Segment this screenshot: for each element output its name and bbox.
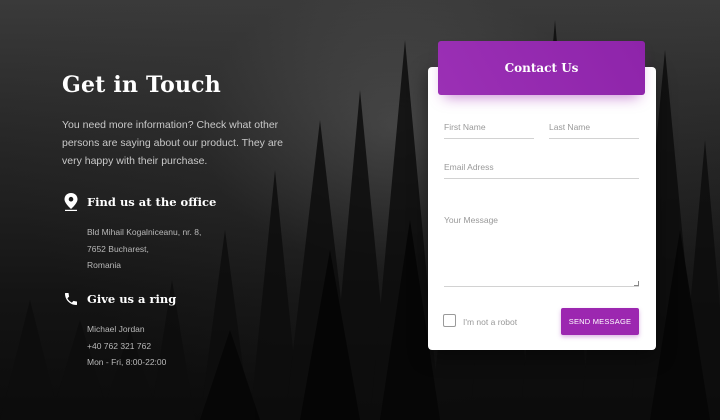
robot-checkbox-label[interactable]: I'm not a robot xyxy=(463,317,517,327)
first-name-placeholder: First Name xyxy=(444,122,486,132)
location-pin-icon xyxy=(62,192,80,212)
contact-phone: +40 762 321 762 xyxy=(87,340,152,351)
contact-hours: Mon - Fri, 8:00-22:00 xyxy=(87,357,167,367)
first-name-input[interactable]: First Name xyxy=(444,122,534,139)
textarea-resize-handle[interactable] xyxy=(634,281,639,286)
office-address-line: Bld Mihail Kogalniceanu, nr. 8, xyxy=(87,227,202,237)
contact-form-header: Contact Us xyxy=(438,41,645,95)
office-info: Find us at the office Bld Mihail Kogalni… xyxy=(62,192,322,274)
office-title: Find us at the office xyxy=(87,195,217,209)
send-message-button[interactable]: SEND MESSAGE xyxy=(561,308,639,335)
page-title: Get in Touch xyxy=(62,72,221,98)
phone-info: Give us a ring Michael Jordan +40 762 32… xyxy=(62,289,322,371)
email-placeholder: Email Adress xyxy=(444,162,494,172)
office-address-line: Romania xyxy=(87,260,122,270)
ring-title: Give us a ring xyxy=(87,292,177,306)
email-input[interactable]: Email Adress xyxy=(444,162,639,179)
last-name-input[interactable]: Last Name xyxy=(549,122,639,139)
robot-checkbox[interactable] xyxy=(443,314,456,327)
office-address-line: 7652 Bucharest, xyxy=(87,243,149,254)
message-placeholder: Your Message xyxy=(444,215,499,225)
contact-name: Michael Jordan xyxy=(87,324,145,334)
last-name-placeholder: Last Name xyxy=(549,122,591,132)
message-textarea[interactable]: Your Message xyxy=(444,215,639,287)
phone-icon xyxy=(62,289,80,309)
intro-section: Get in Touch You need more information? … xyxy=(62,72,302,170)
intro-description: You need more information? Check what ot… xyxy=(62,119,284,167)
